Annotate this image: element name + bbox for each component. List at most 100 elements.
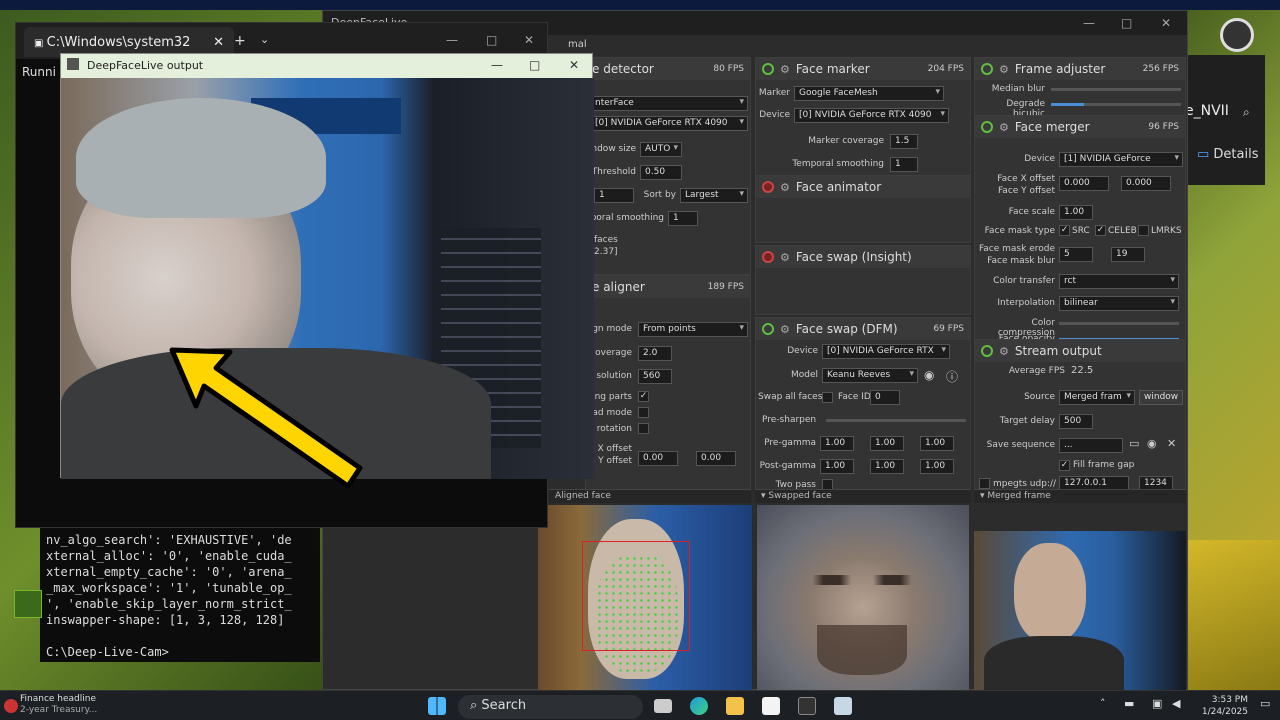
window-size-select[interactable]: AUTO (640, 142, 682, 157)
swapped-face-header[interactable]: ▾ Swapped face (755, 489, 971, 503)
detector-device-select[interactable]: [0] NVIDIA GeForce RTX 4090 (590, 116, 748, 131)
interpolation-select[interactable]: bilinear (1059, 296, 1179, 311)
face-scale-input[interactable]: 1.00 (1059, 205, 1093, 220)
aligner-coverage-input[interactable]: 2.0 (638, 346, 672, 361)
detector-model-select[interactable]: nterFace (590, 96, 748, 111)
news-widget[interactable]: Finance headline 2-year Treasury... (20, 694, 97, 716)
merged-frame-header[interactable]: ▾ Merged frame (974, 489, 1186, 503)
face-id-input[interactable]: 0 (870, 390, 900, 405)
mask-celeb-checkbox[interactable]: ✓ (1095, 225, 1106, 236)
marker-gear-icon[interactable]: ⚙ (780, 63, 790, 76)
notification-icon[interactable]: ▭ (1260, 697, 1270, 710)
dfm-model-select[interactable]: Keanu Reeves (822, 368, 918, 383)
stream-gear-icon[interactable]: ⚙ (999, 345, 1009, 358)
dfm-power-icon[interactable] (762, 323, 774, 335)
tray-chevron-icon[interactable]: ˄ (1100, 697, 1106, 710)
store-icon[interactable] (762, 697, 780, 715)
target-delay-input[interactable]: 500 (1059, 414, 1093, 429)
max-faces-input[interactable]: 1 (594, 188, 634, 203)
deepfacelive-taskbar-icon[interactable] (834, 697, 852, 715)
fill-frame-gap-checkbox[interactable]: ✓ (1059, 460, 1070, 471)
terminal-maximize-icon[interactable]: □ (486, 33, 497, 47)
merger-device-select[interactable]: [1] NVIDIA GeForce (1059, 152, 1183, 167)
insight-power-icon[interactable] (762, 251, 774, 263)
terminal-minimize-icon[interactable]: — (446, 33, 458, 47)
animator-gear-icon[interactable]: ⚙ (780, 181, 790, 194)
pre-gamma-b[interactable]: 1.00 (920, 436, 954, 451)
mask-blur-input[interactable]: 19 (1111, 247, 1145, 262)
view-eye-icon[interactable]: ◉ (1147, 437, 1157, 450)
mask-lmrks-checkbox[interactable] (1138, 225, 1149, 236)
minimize-icon[interactable]: — (1083, 16, 1095, 30)
clear-icon[interactable]: ✕ (1167, 437, 1176, 450)
maximize-icon[interactable]: □ (1121, 16, 1132, 30)
merger-gear-icon[interactable]: ⚙ (999, 121, 1009, 134)
save-sequence-input[interactable]: ... (1059, 438, 1123, 453)
post-gamma-b[interactable]: 1.00 (920, 459, 954, 474)
degrade-bicubic-slider[interactable] (1051, 103, 1181, 106)
info-icon[interactable]: ⓘ (946, 368, 958, 385)
network-icon[interactable]: ▣ (1152, 697, 1162, 710)
terminal-output[interactable]: nv_algo_search': 'EXHAUSTIVE', 'de xterna… (40, 528, 320, 662)
aligner-x-offset-input[interactable]: 0.00 (638, 451, 678, 466)
close-icon[interactable]: ✕ (1161, 16, 1171, 30)
align-mode-select[interactable]: From points (638, 322, 748, 337)
output-minimize-icon[interactable]: — (491, 58, 503, 72)
color-compression-slider[interactable] (1059, 322, 1179, 325)
merger-power-icon[interactable] (981, 121, 993, 133)
face-x-offset-input[interactable]: 0.000 (1059, 176, 1109, 191)
weather-icon[interactable] (4, 699, 18, 713)
circle-app-icon[interactable] (1220, 18, 1254, 52)
resolution-input[interactable]: 560 (638, 369, 672, 384)
adjuster-power-icon[interactable] (981, 63, 993, 75)
insight-gear-icon[interactable]: ⚙ (780, 251, 790, 264)
marker-device-select[interactable]: [0] NVIDIA GeForce RTX 4090 (794, 108, 949, 123)
head-mode-checkbox[interactable] (638, 407, 649, 418)
swap-all-faces-checkbox[interactable] (822, 392, 833, 403)
folder-icon[interactable]: ▭ (1129, 437, 1139, 450)
tab-dropdown-icon[interactable]: ⌄ (260, 33, 269, 46)
aligned-face-header[interactable]: Aligned face (549, 489, 751, 503)
marker-coverage-input[interactable]: 1.5 (890, 134, 918, 149)
color-transfer-select[interactable]: rct (1059, 274, 1179, 289)
post-gamma-r[interactable]: 1.00 (820, 459, 854, 474)
source-select[interactable]: Merged fram (1059, 390, 1135, 405)
median-blur-slider[interactable] (1051, 88, 1181, 91)
freeze-rotation-checkbox[interactable] (638, 423, 649, 434)
details-search-icon[interactable]: ⌕ (1243, 105, 1250, 120)
marker-power-icon[interactable] (762, 63, 774, 75)
exclude-parts-checkbox[interactable]: ✓ (638, 391, 649, 402)
post-gamma-g[interactable]: 1.00 (870, 459, 904, 474)
tab-close-icon[interactable]: ✕ (213, 35, 224, 50)
temporal-smoothing-input[interactable]: 1 (668, 211, 698, 226)
face-y-offset-input[interactable]: 0.000 (1121, 176, 1171, 191)
dfm-gear-icon[interactable]: ⚙ (780, 323, 790, 336)
animator-power-icon[interactable] (762, 181, 774, 193)
nvidia-desktop-icon[interactable] (14, 590, 42, 618)
windows-start-icon[interactable] (428, 697, 446, 715)
terminal-close-icon[interactable]: ✕ (524, 33, 534, 47)
output-maximize-icon[interactable]: □ (529, 58, 540, 72)
details-button[interactable]: ▭ Details (1197, 147, 1259, 162)
aligner-y-offset-input[interactable]: 0.00 (696, 451, 736, 466)
sort-by-select[interactable]: Largest (680, 188, 748, 203)
file-explorer-icon[interactable] (726, 697, 744, 715)
mode-dropdown[interactable]: mal (568, 39, 587, 50)
volume-icon[interactable]: ◀ (1172, 697, 1180, 710)
mpegts-checkbox[interactable] (979, 478, 990, 489)
task-view-icon[interactable] (654, 699, 672, 713)
mask-src-checkbox[interactable]: ✓ (1059, 225, 1070, 236)
adjuster-gear-icon[interactable]: ⚙ (999, 63, 1009, 76)
terminal-taskbar-icon[interactable] (798, 697, 816, 715)
edge-icon[interactable] (690, 697, 708, 715)
output-close-icon[interactable]: ✕ (569, 58, 579, 72)
pre-sharpen-slider[interactable] (826, 419, 966, 422)
pre-gamma-r[interactable]: 1.00 (820, 436, 854, 451)
marker-type-select[interactable]: Google FaceMesh (794, 86, 944, 101)
dfm-device-select[interactable]: [0] NVIDIA GeForce RTX (822, 344, 950, 359)
system-clock[interactable]: 3:53 PM 1/24/2025 (1192, 694, 1248, 718)
new-tab-icon[interactable]: + (234, 33, 246, 49)
pre-gamma-g[interactable]: 1.00 (870, 436, 904, 451)
eye-icon[interactable]: ◉ (924, 368, 934, 382)
taskbar-search[interactable]: ⌕ Search (458, 695, 643, 719)
